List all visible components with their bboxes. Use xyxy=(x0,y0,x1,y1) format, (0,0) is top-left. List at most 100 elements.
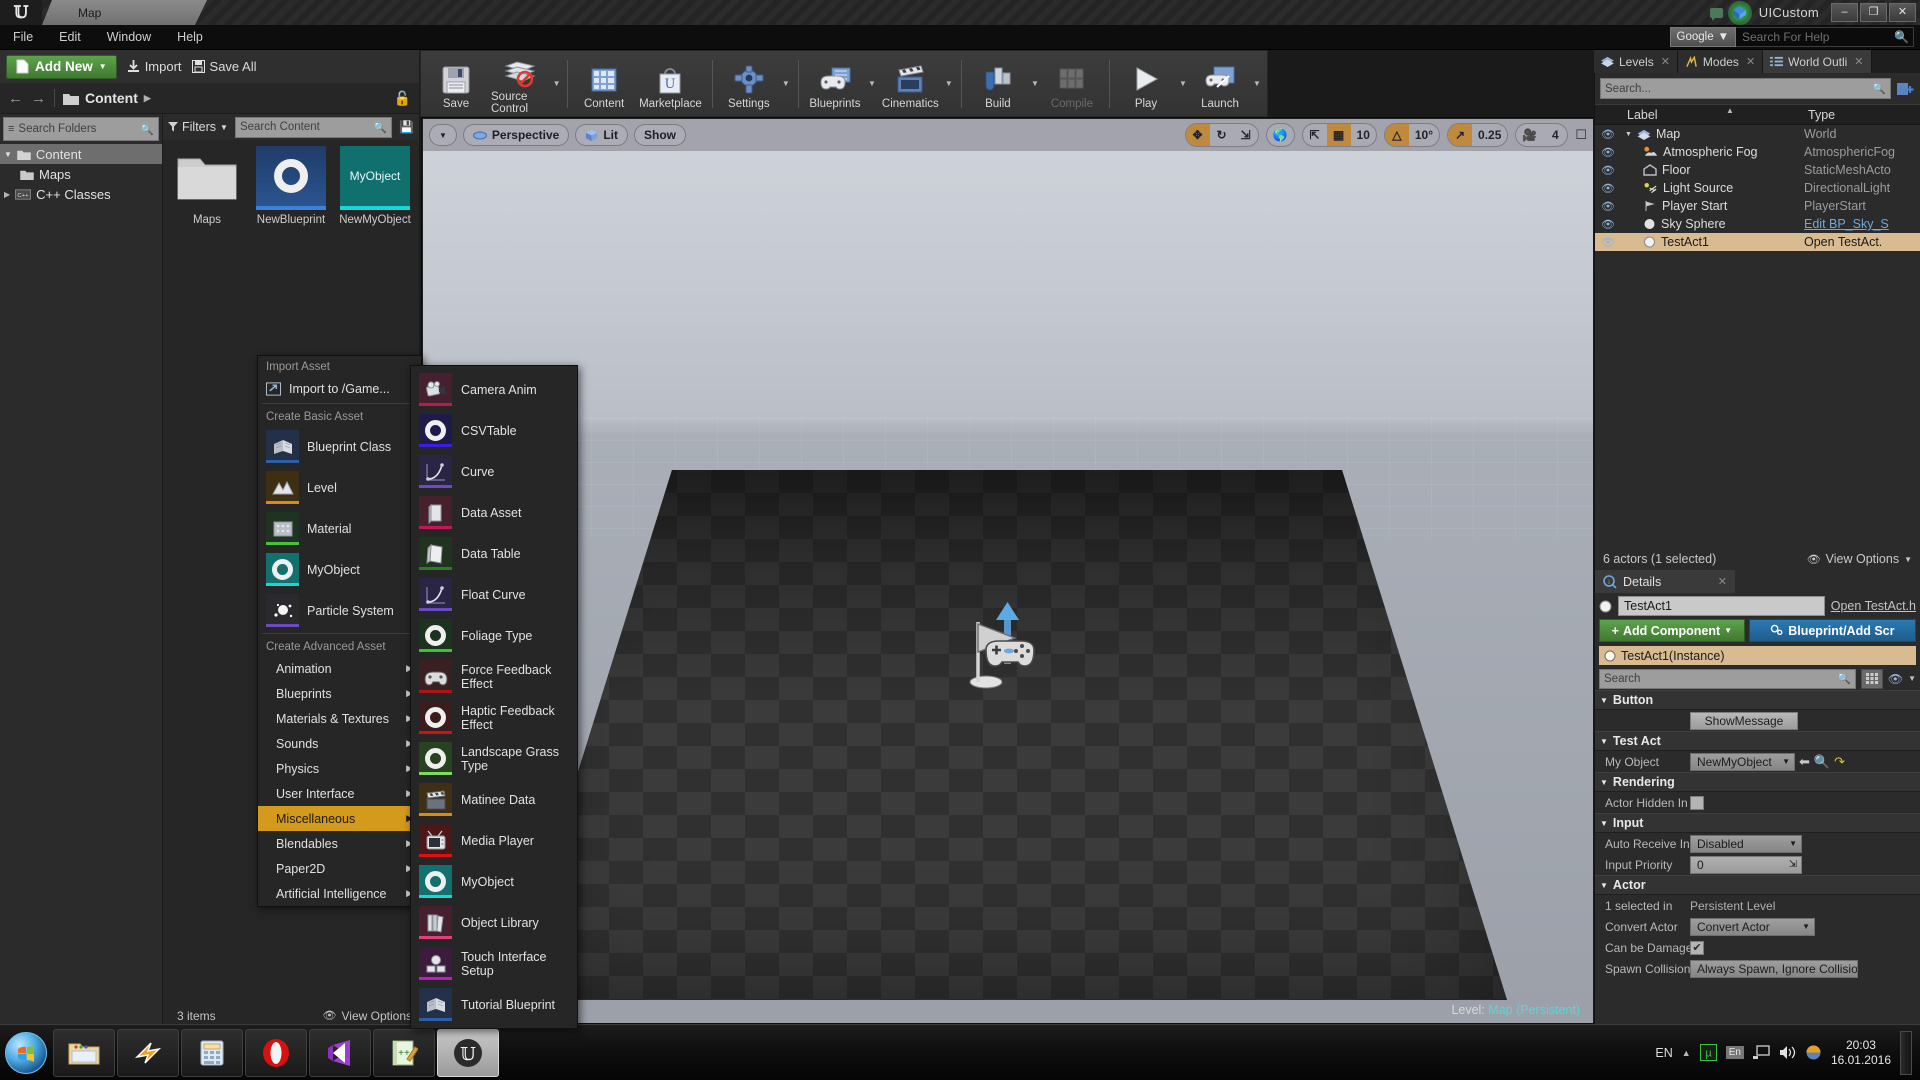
context-item-import-to-game[interactable]: Import to /Game... xyxy=(258,376,421,401)
tab-world-outliner[interactable]: World Outli ✕ xyxy=(1763,50,1872,73)
back-icon[interactable]: ← xyxy=(8,90,23,107)
view-options-button[interactable]: 👁 View Options xyxy=(323,1009,412,1023)
submenu-item-foliage-type[interactable]: Foliage Type xyxy=(411,615,577,656)
action-center-icon[interactable] xyxy=(1805,1044,1822,1061)
context-item-user-interface[interactable]: User Interface ▶ xyxy=(258,781,421,806)
eye-icon[interactable]: 👁 xyxy=(1595,236,1621,249)
submenu-item-float-curve[interactable]: Float Curve xyxy=(411,574,577,615)
submenu-item-haptic-feedback-effect[interactable]: Haptic Feedback Effect xyxy=(411,697,577,738)
tab-modes[interactable]: Modes ✕ xyxy=(1677,50,1764,73)
outliner-row-player-start[interactable]: 👁 Player Start PlayerStart xyxy=(1595,197,1920,215)
show-hidden-icons-icon[interactable]: ▲ xyxy=(1682,1048,1691,1058)
menu-help[interactable]: Help xyxy=(164,25,216,50)
maximize-button[interactable]: ❐ xyxy=(1860,3,1887,22)
submenu-item-landscape-grass-type[interactable]: Landscape Grass Type xyxy=(411,738,577,779)
submenu-item-myobject[interactable]: MyObject xyxy=(411,861,577,902)
category-header-rendering[interactable]: ▼ Rendering xyxy=(1595,772,1920,792)
context-item-level[interactable]: Level xyxy=(258,467,421,508)
blueprints-caret-icon[interactable]: ▼ xyxy=(866,53,878,115)
submenu-item-curve[interactable]: Curve xyxy=(411,451,577,492)
cinematics-caret-icon[interactable]: ▼ xyxy=(943,53,955,115)
blueprint-add-script-button[interactable]: Blueprint/Add Scr xyxy=(1748,619,1916,642)
forward-icon[interactable]: → xyxy=(31,90,46,107)
category-header-button[interactable]: ▼ Button xyxy=(1595,690,1920,710)
volume-icon[interactable] xyxy=(1779,1045,1796,1060)
display-options-button[interactable] xyxy=(1860,668,1883,689)
scale-snap-toggle[interactable]: ↗ xyxy=(1448,124,1473,146)
play-caret-icon[interactable]: ▼ xyxy=(1177,53,1189,115)
eye-icon[interactable]: 👁 xyxy=(1595,182,1621,195)
toolbar-blueprints-button[interactable]: Blueprints xyxy=(804,53,866,115)
context-item-artificial-intelligence[interactable]: Artificial Intelligence ▶ xyxy=(258,881,421,906)
toolbar-marketplace-button[interactable]: U Marketplace xyxy=(635,53,706,115)
taskbar-winamp-button[interactable] xyxy=(117,1028,179,1077)
toolbar-compile-button[interactable]: Compile xyxy=(1041,53,1103,115)
surface-snap-button[interactable]: ⇱ xyxy=(1303,124,1327,146)
save-all-button[interactable]: Save All xyxy=(191,59,257,74)
details-search-input[interactable]: Search 🔍 xyxy=(1599,668,1856,689)
auto-receive-input-combo[interactable]: Disabled ▼ xyxy=(1690,834,1802,853)
close-icon[interactable]: ✕ xyxy=(1854,55,1863,68)
settings-caret-icon[interactable]: ▼ xyxy=(780,53,792,115)
submenu-item-touch-interface-setup[interactable]: Touch Interface Setup xyxy=(411,943,577,984)
close-icon[interactable]: ✕ xyxy=(1661,55,1670,68)
close-icon[interactable]: ✕ xyxy=(1718,575,1727,588)
build-caret-icon[interactable]: ▼ xyxy=(1029,53,1041,115)
minimize-button[interactable]: – xyxy=(1831,3,1858,22)
world-space-button[interactable]: 🌎 xyxy=(1267,124,1294,146)
import-button[interactable]: Import xyxy=(127,59,182,74)
toolbar-play-button[interactable]: Play xyxy=(1115,53,1177,115)
category-header-input[interactable]: ▼ Input xyxy=(1595,813,1920,833)
outliner-row-type[interactable]: Open TestAct. xyxy=(1802,235,1920,249)
menu-window[interactable]: Window xyxy=(94,25,164,50)
eye-icon[interactable]: 👁 xyxy=(1888,672,1903,686)
component-instance-row[interactable]: TestAct1(Instance) xyxy=(1599,646,1916,665)
view-mode-perspective-button[interactable]: Perspective xyxy=(462,124,570,146)
tree-item-cpp-classes[interactable]: ▶ C++ C++ Classes xyxy=(0,184,162,204)
folder-search-input[interactable]: ≡ Search Folders 🔍 xyxy=(3,117,159,141)
asset-tile-newblueprint[interactable]: NewBlueprint xyxy=(251,146,331,226)
tree-item-maps[interactable]: Maps xyxy=(0,164,162,184)
taskbar-explorer-button[interactable] xyxy=(53,1028,115,1077)
save-search-icon[interactable]: 💾 xyxy=(399,120,414,134)
taskbar-calculator-button[interactable] xyxy=(181,1028,243,1077)
floor-mesh[interactable] xyxy=(507,470,1507,1000)
tray-input-language[interactable]: En xyxy=(1725,1046,1744,1059)
details-tab[interactable]: i Details ✕ xyxy=(1595,570,1735,593)
submenu-item-tutorial-blueprint[interactable]: Tutorial Blueprint xyxy=(411,984,577,1025)
scale-snap-value[interactable]: 0.25 xyxy=(1472,124,1507,146)
outliner-row-testact1[interactable]: 👁 TestAct1 Open TestAct. xyxy=(1595,233,1920,251)
input-priority-field[interactable]: 0 ⇲ xyxy=(1690,855,1802,874)
toolbar-cinematics-button[interactable]: Cinematics xyxy=(878,53,943,115)
help-search-input[interactable]: Search For Help 🔍 xyxy=(1736,27,1914,47)
eye-icon[interactable]: 👁 xyxy=(1595,128,1621,141)
context-item-blueprints[interactable]: Blueprints ▶ xyxy=(258,681,421,706)
chevron-down-icon[interactable]: ▼ xyxy=(1908,674,1916,683)
tray-language-label[interactable]: EN xyxy=(1655,1046,1672,1060)
tab-levels[interactable]: Levels ✕ xyxy=(1594,50,1678,73)
eye-icon[interactable]: 👁 xyxy=(1595,164,1621,177)
eye-icon[interactable]: 👁 xyxy=(1595,218,1621,231)
can-be-damaged-checkbox[interactable]: ✔ xyxy=(1690,940,1704,955)
grid-snap-toggle[interactable]: ▦ xyxy=(1326,124,1351,146)
reset-to-default-icon[interactable]: ↷ xyxy=(1834,754,1845,770)
category-header-actor[interactable]: ▼ Actor xyxy=(1595,875,1920,895)
outliner-row-floor[interactable]: 👁 Floor StaticMeshActo xyxy=(1595,161,1920,179)
outliner-row-map[interactable]: 👁 ▼ Map World xyxy=(1595,125,1920,143)
type-column-header[interactable]: Type xyxy=(1802,108,1920,122)
toolbar-settings-button[interactable]: Settings xyxy=(718,53,780,115)
toolbar-launch-button[interactable]: Launch xyxy=(1189,53,1251,115)
context-item-blueprint-class[interactable]: Blueprint Class xyxy=(258,426,421,467)
use-selected-asset-icon[interactable]: ⬅ xyxy=(1799,754,1810,770)
shading-mode-lit-button[interactable]: Lit xyxy=(575,124,628,146)
open-source-link[interactable]: Open TestAct.h xyxy=(1831,599,1916,613)
submenu-item-force-feedback-effect[interactable]: Force Feedback Effect xyxy=(411,656,577,697)
translate-mode-button[interactable]: ✥ xyxy=(1185,124,1210,146)
context-item-sounds[interactable]: Sounds ▶ xyxy=(258,731,421,756)
toolbar-build-button[interactable]: Build xyxy=(967,53,1029,115)
utorrent-icon[interactable]: µ xyxy=(1699,1044,1717,1061)
convert-actor-combo[interactable]: Convert Actor ▼ xyxy=(1690,917,1815,936)
label-column-header[interactable]: Label ▲ xyxy=(1621,106,1802,122)
network-icon[interactable] xyxy=(1752,1045,1770,1060)
asset-search-input[interactable]: Search Content 🔍 xyxy=(234,116,393,138)
